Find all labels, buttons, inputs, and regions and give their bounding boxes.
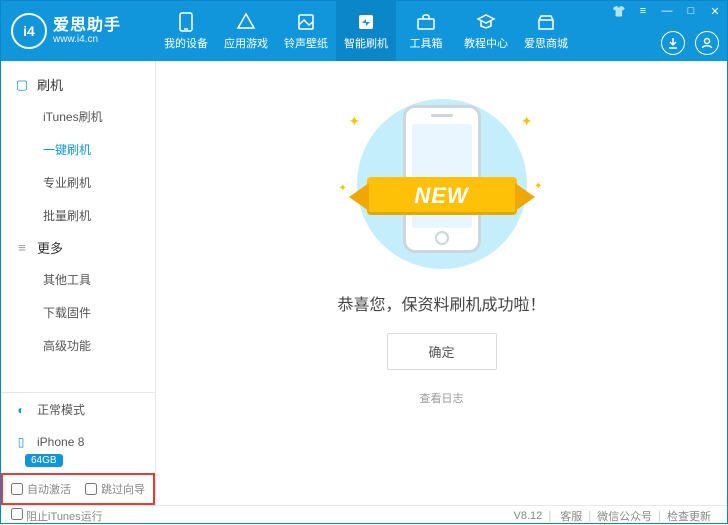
ribbon-text: NEW — [367, 177, 517, 215]
tshirt-icon[interactable]: 👕 — [607, 1, 631, 21]
block-itunes-checkbox[interactable]: 阻止iTunes运行 — [11, 508, 103, 524]
window-controls: 👕 ≡ — □ ✕ — [607, 1, 727, 21]
nav-label: 智能刷机 — [344, 35, 388, 51]
nav-label: 工具箱 — [410, 35, 443, 51]
skip-guide-checkbox[interactable]: 跳过向导 — [85, 481, 145, 497]
sidebar-item-advanced[interactable]: 高级功能 — [1, 329, 155, 362]
content-area: ✦ ✦ ✦ ✦ NEW 恭喜您，保资料刷机成功啦！ 确定 查看日志 — [156, 61, 727, 505]
sidebar-item-pro-flash[interactable]: 专业刷机 — [1, 166, 155, 199]
nav-label: 铃声壁纸 — [284, 35, 328, 51]
maximize-icon[interactable]: □ — [679, 1, 703, 21]
nav-apps-games[interactable]: 应用游戏 — [216, 1, 276, 61]
device-icon — [176, 12, 196, 32]
sidebar-item-download-firmware[interactable]: 下载固件 — [1, 296, 155, 329]
sidebar-group-label: 更多 — [37, 238, 63, 257]
sidebar-item-itunes-flash[interactable]: iTunes刷机 — [1, 100, 155, 133]
nav-tutorials[interactable]: 教程中心 — [456, 1, 516, 61]
nav-label: 爱思商城 — [524, 35, 568, 51]
device-name: iPhone 8 — [37, 435, 84, 449]
wallpaper-icon — [296, 12, 316, 32]
options-box: 自动激活 跳过向导 — [1, 473, 155, 505]
nav-label: 应用游戏 — [224, 35, 268, 51]
sidebar-item-one-click-flash[interactable]: 一键刷机 — [1, 133, 155, 166]
skip-guide-input[interactable] — [85, 483, 97, 495]
phone-small-icon: ▯ — [13, 434, 29, 450]
device-mode-row[interactable]: ◐ 正常模式 — [1, 393, 155, 426]
menu-icon[interactable]: ≡ — [631, 1, 655, 21]
close-icon[interactable]: ✕ — [703, 1, 727, 21]
user-icon[interactable] — [695, 31, 719, 55]
sidebar-item-other-tools[interactable]: 其他工具 — [1, 263, 155, 296]
star-icon: ✦ — [349, 113, 361, 130]
mode-icon: ◐ — [13, 402, 29, 418]
sidebar-group-flash[interactable]: ▢ 刷机 — [1, 69, 155, 100]
success-message: 恭喜您，保资料刷机成功啦！ — [156, 291, 727, 315]
main-nav: 我的设备 应用游戏 铃声壁纸 智能刷机 工具箱 教程中心 — [156, 1, 576, 61]
minimize-icon[interactable]: — — [655, 1, 679, 21]
list-icon: ≡ — [15, 241, 29, 255]
nav-my-device[interactable]: 我的设备 — [156, 1, 216, 61]
block-itunes-input[interactable] — [11, 508, 23, 520]
star-icon: ✦ — [521, 113, 533, 130]
statusbar: 阻止iTunes运行 V8.12 | 客服 | 微信公众号 | 检查更新 — [1, 505, 727, 525]
star-icon: ✦ — [534, 181, 542, 192]
skip-guide-label: 跳过向导 — [101, 481, 145, 497]
sidebar-group-more[interactable]: ≡ 更多 — [1, 232, 155, 263]
nav-toolbox[interactable]: 工具箱 — [396, 1, 456, 61]
auto-activate-input[interactable] — [11, 483, 23, 495]
device-row[interactable]: ▯ iPhone 8 — [1, 426, 155, 450]
app-name: 爱思助手 — [53, 17, 121, 35]
nav-label: 我的设备 — [164, 35, 208, 51]
download-icon[interactable] — [661, 31, 685, 55]
status-link-wechat[interactable]: 微信公众号 — [597, 508, 652, 524]
flash-icon — [356, 12, 376, 32]
star-icon: ✦ — [339, 183, 347, 194]
status-link-support[interactable]: 客服 — [560, 508, 582, 524]
phone-icon: ▢ — [15, 78, 29, 92]
store-icon — [536, 12, 556, 32]
logo-icon: i4 — [11, 13, 47, 49]
view-log-link[interactable]: 查看日志 — [156, 390, 727, 406]
tutorial-icon — [476, 12, 496, 32]
confirm-button[interactable]: 确定 — [387, 333, 497, 370]
nav-ringtone-wallpaper[interactable]: 铃声壁纸 — [276, 1, 336, 61]
auto-activate-checkbox[interactable]: 自动激活 — [11, 481, 71, 497]
app-url: www.i4.cn — [53, 34, 121, 45]
sidebar-group-label: 刷机 — [37, 75, 63, 94]
nav-smart-flash[interactable]: 智能刷机 — [336, 1, 396, 61]
nav-label: 教程中心 — [464, 35, 508, 51]
success-illustration: ✦ ✦ ✦ ✦ NEW — [327, 91, 557, 271]
titlebar: i4 爱思助手 www.i4.cn 我的设备 应用游戏 铃声壁纸 智能刷机 — [1, 1, 727, 61]
version-label: V8.12 — [514, 510, 543, 522]
toolbox-icon — [416, 12, 436, 32]
status-link-update[interactable]: 检查更新 — [667, 508, 711, 524]
apps-icon — [236, 12, 256, 32]
sidebar-item-batch-flash[interactable]: 批量刷机 — [1, 199, 155, 232]
device-mode-label: 正常模式 — [37, 401, 85, 418]
auto-activate-label: 自动激活 — [27, 481, 71, 497]
nav-store[interactable]: 爱思商城 — [516, 1, 576, 61]
block-itunes-label: 阻止iTunes运行 — [26, 511, 103, 523]
storage-badge: 64GB — [25, 454, 63, 467]
sidebar: ▢ 刷机 iTunes刷机 一键刷机 专业刷机 批量刷机 ≡ 更多 其他工具 下… — [1, 61, 156, 505]
app-logo: i4 爱思助手 www.i4.cn — [1, 13, 156, 49]
